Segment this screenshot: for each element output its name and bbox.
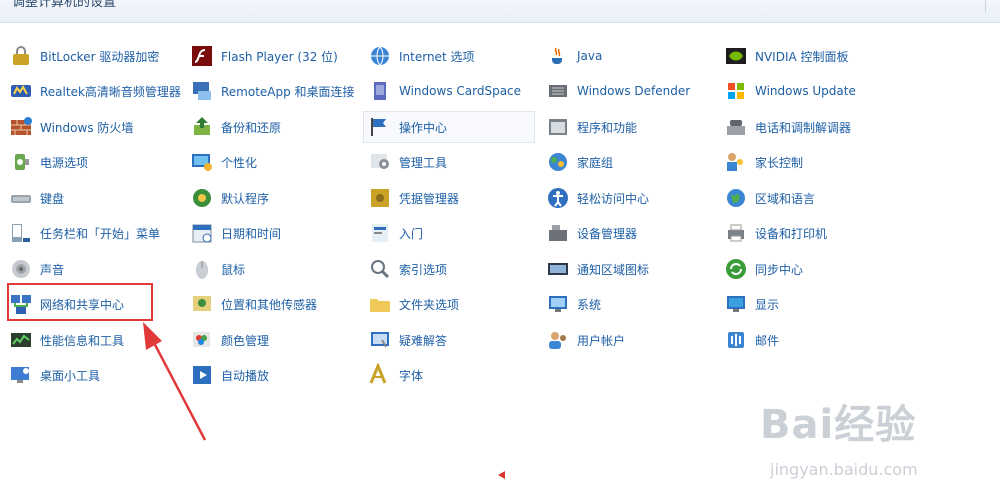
watermark-logo: Bai经验 xyxy=(760,402,917,448)
caret-icon xyxy=(498,471,505,479)
watermark: Bai经验 jingyan.baidu.com xyxy=(760,392,990,492)
watermark-url: jingyan.baidu.com xyxy=(770,460,918,479)
